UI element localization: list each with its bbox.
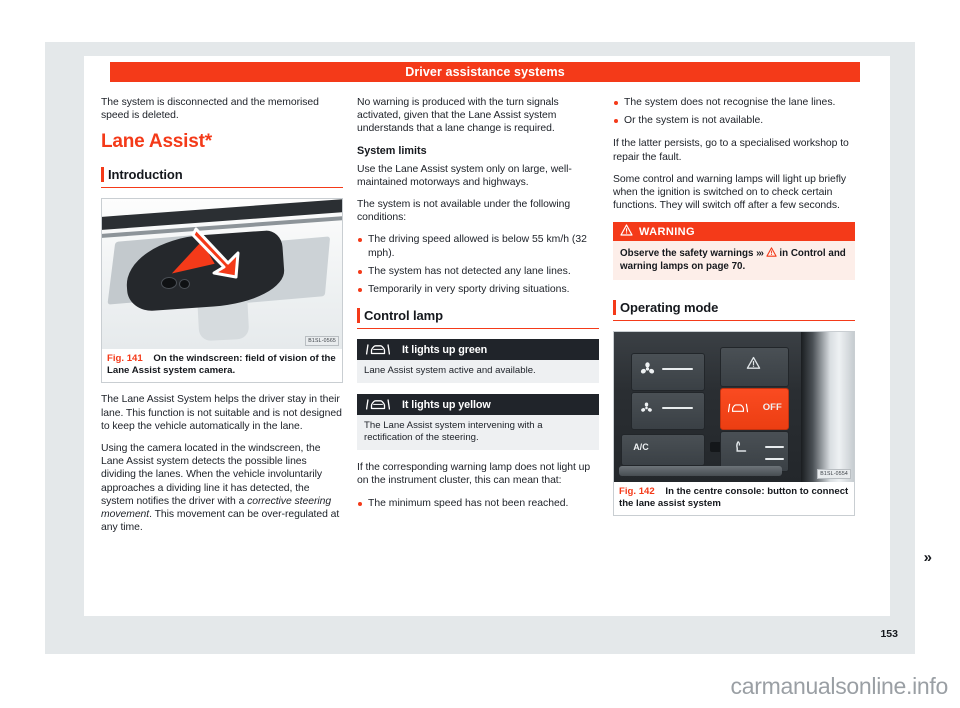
left-paragraph-2: Using the camera located in the windscre… bbox=[101, 442, 343, 534]
middle-paragraph-2: Use the Lane Assist system only on large… bbox=[357, 163, 572, 188]
warning-text-before: Observe the safety warnings bbox=[620, 248, 757, 260]
warning-box: WARNING Observe the safety warnings ››› … bbox=[613, 222, 855, 281]
figure-142-image-code: B1SL-0554 bbox=[817, 469, 851, 480]
figure-141: B1SL-0565 Fig. 141 On the windscreen: fi… bbox=[101, 198, 343, 384]
control-lamp-title-yellow: It lights up yellow bbox=[402, 398, 491, 411]
figure-142: A/C OFF B1SL-0554 Fig. 142 In the centre… bbox=[613, 331, 855, 517]
figure-141-image: B1SL-0565 bbox=[102, 199, 342, 350]
figure-141-caption: Fig. 141 On the windscreen: field of vis… bbox=[102, 349, 342, 382]
middle-paragraph-4: If the corresponding warning lamp does n… bbox=[357, 462, 591, 487]
middle-paragraph-1: No warning is produced with the turn sig… bbox=[357, 97, 559, 135]
left-paragraph-1: The Lane Assist System helps the driver … bbox=[101, 394, 342, 432]
lane-assist-icon bbox=[366, 398, 392, 411]
seat-heating-icon bbox=[734, 440, 750, 460]
sub-heading-introduction: Introduction bbox=[101, 167, 343, 189]
fan-level-indicator-low bbox=[662, 407, 694, 410]
console-lower-trim bbox=[618, 465, 782, 477]
left-intro-paragraph: The system is disconnected and the memor… bbox=[101, 97, 319, 122]
list-item-label: Or the system is not available. bbox=[624, 115, 764, 127]
list-item-label: The driving speed allowed is below 55 km… bbox=[368, 234, 587, 259]
page-columns: The system is disconnected and the memor… bbox=[101, 96, 869, 608]
lane-assist-off-label: OFF bbox=[762, 401, 782, 413]
bullet-dot-icon bbox=[358, 269, 362, 274]
pointer-arrow-icon bbox=[191, 227, 240, 279]
warning-box-text: Observe the safety warnings ››› in Contr… bbox=[613, 241, 855, 281]
sub-heading-operating-mode: Operating mode bbox=[613, 300, 855, 322]
figure-142-image: A/C OFF B1SL-0554 bbox=[614, 332, 854, 483]
list-item-label: The system does not recognise the lane l… bbox=[624, 97, 836, 108]
bullet-dot-icon bbox=[358, 288, 362, 293]
lane-assist-icon bbox=[366, 343, 392, 356]
control-lamp-description-green: Lane Assist system active and available. bbox=[357, 360, 599, 384]
control-lamp-header-yellow: It lights up yellow bbox=[357, 394, 599, 416]
column-right: The system does not recognise the lane l… bbox=[613, 96, 855, 608]
bullet-dot-icon bbox=[358, 501, 362, 506]
next-page-arrow[interactable]: » bbox=[924, 549, 932, 566]
bullet-dot-icon bbox=[614, 101, 618, 105]
list-item: The system does not recognise the lane l… bbox=[613, 96, 855, 109]
figure-141-number: Fig. 141 bbox=[107, 353, 143, 365]
right-paragraph-1: If the latter persists, go to a speciali… bbox=[613, 138, 849, 163]
middle-paragraph-3: The system is not available under the fo… bbox=[357, 199, 571, 224]
control-lamp-header-green: It lights up green bbox=[357, 339, 599, 361]
seat-heating-level-1 bbox=[765, 446, 785, 449]
figure-142-caption: Fig. 142 In the centre console: button t… bbox=[614, 482, 854, 515]
warning-chevrons: ››› bbox=[756, 248, 764, 260]
chapter-header-bar: Driver assistance systems bbox=[110, 62, 860, 82]
list-item-label: Temporarily in very sporty driving situa… bbox=[368, 284, 570, 296]
list-item: The driving speed allowed is below 55 km… bbox=[357, 233, 599, 259]
fan-icon bbox=[640, 401, 653, 419]
warning-inline-triangle-icon bbox=[763, 247, 779, 259]
hazard-triangle-icon bbox=[746, 356, 761, 375]
list-item: The system has not detected any lane lin… bbox=[357, 265, 599, 278]
console-side-trim bbox=[801, 332, 854, 483]
chapter-title: Driver assistance systems bbox=[405, 65, 565, 79]
right-paragraph-2: Some control and warning lamps will ligh… bbox=[613, 173, 847, 212]
fan-level-indicator-high bbox=[662, 368, 694, 371]
list-item-label: The minimum speed has not been reached. bbox=[368, 497, 569, 509]
watermark: carmanualsonline.info bbox=[730, 673, 949, 699]
ac-button-label: A/C bbox=[633, 441, 649, 452]
mini-heading-system-limits: System limits bbox=[357, 144, 427, 157]
fan-icon bbox=[640, 362, 655, 381]
list-item: Or the system is not available. bbox=[613, 114, 855, 127]
bullet-dot-icon bbox=[614, 119, 618, 124]
warning-triangle-icon bbox=[620, 223, 633, 241]
column-left: The system is disconnected and the memor… bbox=[101, 96, 343, 608]
section-title-lane-assist: Lane Assist* bbox=[101, 131, 212, 153]
page-number: 153 bbox=[880, 628, 898, 640]
seat-heating-level-2 bbox=[765, 458, 785, 461]
warning-box-label: WARNING bbox=[639, 225, 695, 238]
figure-141-image-code: B1SL-0565 bbox=[305, 336, 339, 347]
control-lamp-title-green: It lights up green bbox=[402, 343, 488, 356]
list-item-label: The system has not detected any lane lin… bbox=[368, 265, 571, 277]
list-item: Temporarily in very sporty driving situa… bbox=[357, 283, 599, 296]
warning-box-header: WARNING bbox=[613, 222, 855, 242]
bullet-dot-icon bbox=[358, 238, 362, 243]
sub-heading-control-lamp: Control lamp bbox=[357, 308, 599, 330]
control-lamp-description-yellow: The Lane Assist system intervening with … bbox=[357, 415, 599, 451]
figure-142-number: Fig. 142 bbox=[619, 486, 655, 498]
column-middle: No warning is produced with the turn sig… bbox=[357, 96, 599, 608]
list-item: The minimum speed has not been reached. bbox=[357, 497, 599, 510]
lane-assist-icon bbox=[727, 401, 749, 419]
manual-page-root: Driver assistance systems The system is … bbox=[0, 0, 960, 708]
